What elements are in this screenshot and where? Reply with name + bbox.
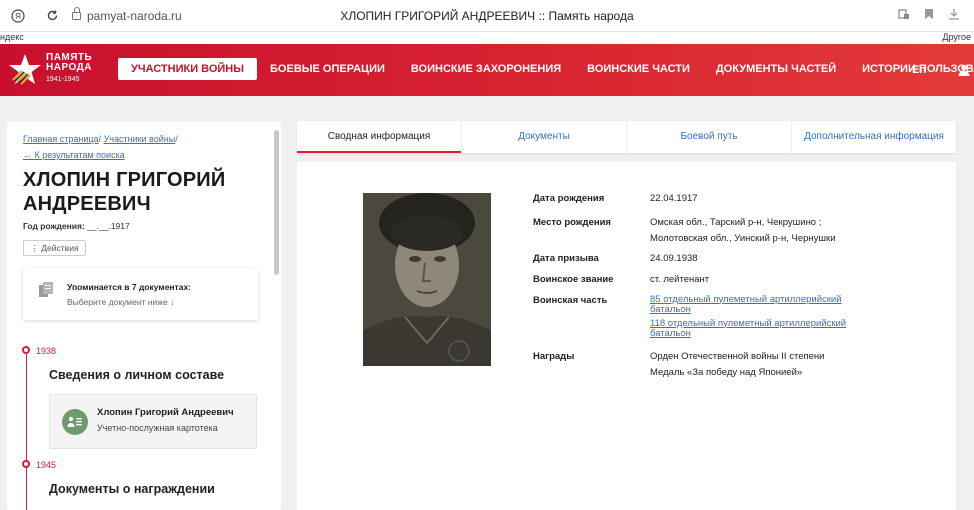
timeline-line: [26, 350, 27, 510]
nav-units[interactable]: ВОИНСКИЕ ЧАСТИ: [574, 58, 703, 80]
lock-icon: [72, 6, 81, 20]
info-label: Награды: [533, 350, 575, 362]
bookmark-yandex[interactable]: ндекс: [0, 32, 24, 42]
person-photo[interactable]: [363, 193, 491, 366]
crumb-home[interactable]: Главная страница: [23, 134, 99, 144]
person-tabs: Сводная информация Документы Боевой путь…: [297, 121, 956, 153]
info-row-awards: Награды Орден Отечественной войны II сте…: [533, 349, 933, 381]
info-label: Дата рождения: [533, 193, 605, 204]
bookmarks-bar: ндекс Другое: [0, 32, 974, 44]
unit-link[interactable]: 85 отдельный пулеметный артиллерийский б…: [650, 294, 865, 315]
tab-summary[interactable]: Сводная информация: [297, 121, 462, 153]
birth-year-label: Год рождения:: [23, 221, 85, 231]
actions-button[interactable]: ⋮ Действия: [23, 240, 86, 256]
birth-place-line: Молотовская обл., Уинский р-н, Чернушки: [650, 232, 836, 244]
info-row-rank: Воинское звание ст. лейтенант: [533, 274, 933, 287]
info-label: Место рождения: [533, 216, 611, 228]
logo-years: 1941-1945: [46, 76, 80, 83]
award-item: Орден Отечественной войны II степени: [650, 350, 825, 362]
info-table: Дата рождения 22.04.1917 Место рождения …: [533, 193, 933, 381]
birth-place-line: Омская обл., Тарский р-н, Чекрушино ;: [650, 216, 822, 228]
info-label: Дата призыва: [533, 252, 599, 264]
person-name: ХЛОПИН ГРИГОРИЙ АНДРЕЕВИЧ: [23, 169, 226, 215]
birth-year-value: __.__.1917: [87, 221, 130, 231]
nav-operations[interactable]: БОЕВЫЕ ОПЕРАЦИИ: [257, 58, 398, 80]
info-label: Воинское звание: [533, 274, 614, 285]
mentions-card[interactable]: Упоминается в 7 документах: Выберите док…: [23, 268, 258, 320]
sidebar-scrollbar[interactable]: [274, 130, 279, 275]
record-card[interactable]: Хлопин Григорий Андреевич Учетно-послужн…: [49, 394, 257, 449]
logo-text: ПАМЯТЬ НАРОДА 1941-1945: [46, 53, 92, 85]
info-value: ст. лейтенант: [650, 274, 710, 285]
timeline-dot: [22, 460, 30, 468]
birth-year: Год рождения: __.__.1917: [23, 221, 130, 231]
nav-participants[interactable]: УЧАСТНИКИ ВОЙНЫ: [118, 58, 258, 80]
unit-link[interactable]: 118 отдельный пулеметный артиллерийский …: [650, 318, 865, 339]
documents-icon: [39, 282, 53, 297]
info-row-draft-date: Дата призыва 24.09.1938: [533, 253, 933, 266]
record-name: Хлопин Григорий Андреевич: [97, 407, 234, 418]
info-value: 85 отдельный пулеметный артиллерийский б…: [650, 294, 865, 339]
tab-combat-path[interactable]: Боевой путь: [627, 121, 792, 153]
info-value: Омская обл., Тарский р-н, Чекрушино ; Мо…: [650, 215, 933, 247]
award-item: Медаль «За победу над Японией»: [650, 366, 803, 378]
mentions-title: Упоминается в 7 документах:: [67, 282, 191, 292]
person-sidebar: Главная страница/ Участники войны/ ← К р…: [7, 122, 281, 510]
browser-toolbar: Я pamyat-naroda.ru: [0, 0, 974, 32]
user-icon[interactable]: [958, 64, 970, 76]
star-logo-icon: [9, 54, 41, 85]
info-row-unit: Воинская часть 85 отдельный пулеметный а…: [533, 294, 933, 339]
portrait-image: [363, 193, 491, 366]
tab-documents[interactable]: Документы: [462, 121, 627, 153]
bookmark-other[interactable]: Другое: [942, 32, 971, 42]
download-icon[interactable]: [948, 8, 960, 23]
bookmark-icon[interactable]: [924, 8, 934, 23]
info-value: 22.04.1917: [650, 193, 698, 204]
site-logo[interactable]: ПАМЯТЬ НАРОДА 1941-1945: [8, 52, 92, 86]
yandex-icon[interactable]: Я: [10, 8, 26, 24]
info-row-birth-date: Дата рождения 22.04.1917: [533, 193, 933, 206]
info-label: Воинская часть: [533, 294, 608, 306]
main-nav: УЧАСТНИКИ ВОЙНЫ БОЕВЫЕ ОПЕРАЦИИ ВОИНСКИЕ…: [118, 58, 974, 80]
info-value: 24.09.1938: [650, 252, 698, 264]
record-card-icon: [62, 409, 88, 435]
tab-additional-info[interactable]: Дополнительная информация: [792, 121, 956, 153]
crumb-participants[interactable]: Участники войны: [104, 134, 176, 144]
timeline-dot: [22, 346, 30, 354]
address-bar[interactable]: pamyat-naroda.ru: [72, 6, 182, 23]
nav-burials[interactable]: ВОИНСКИЕ ЗАХОРОНЕНИЯ: [398, 58, 574, 80]
timeline-year: 1945: [36, 460, 57, 470]
reload-icon[interactable]: [44, 8, 60, 24]
info-row-birth-place: Место рождения Омская обл., Тарский р-н,…: [533, 215, 933, 247]
svg-text:Я: Я: [15, 12, 21, 21]
timeline-heading: Документы о награждении: [49, 482, 215, 496]
info-value: Орден Отечественной войны II степени Мед…: [650, 349, 933, 381]
back-to-results-link[interactable]: ← К результатам поиска: [23, 150, 125, 160]
language-switch[interactable]: En: [912, 64, 926, 76]
nav-unit-documents[interactable]: ДОКУМЕНТЫ ЧАСТЕЙ: [703, 58, 849, 80]
timeline-year: 1938: [36, 346, 57, 356]
logo-line-2: НАРОДА: [46, 62, 92, 73]
site-header: ПАМЯТЬ НАРОДА 1941-1945 УЧАСТНИКИ ВОЙНЫ …: [0, 44, 974, 96]
summary-panel: Дата рождения 22.04.1917 Место рождения …: [297, 162, 956, 510]
breadcrumb: Главная страница/ Участники войны/: [23, 134, 178, 144]
url-text: pamyat-naroda.ru: [87, 8, 182, 23]
timeline-heading: Сведения о личном составе: [49, 368, 225, 382]
mentions-hint: Выберите документ ниже ↓: [67, 297, 175, 307]
record-type: Учетно-послужная картотека: [97, 423, 218, 433]
block-icon[interactable]: [898, 8, 910, 23]
